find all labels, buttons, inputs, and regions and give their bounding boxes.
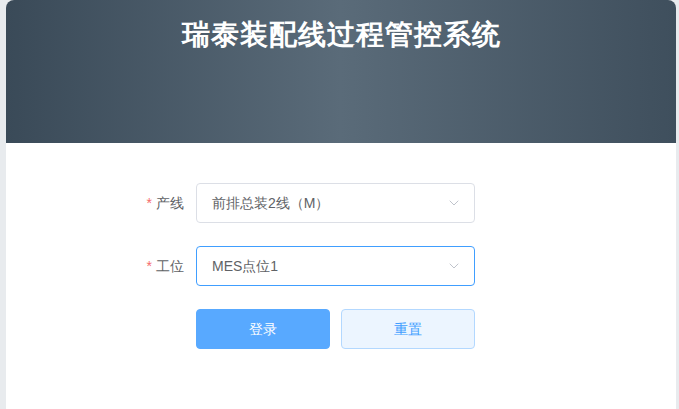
field-label: *工位: [6, 256, 196, 277]
login-form: *产线前排总装2线（M） *工位 MES点位1 登录重置: [6, 143, 676, 349]
header-banner: 瑞泰装配线过程管控系统: [6, 0, 676, 143]
chevron-down-icon: [446, 258, 462, 274]
field-label: *产线: [6, 193, 196, 214]
select-value: MES点位1: [212, 256, 278, 277]
login-card: 瑞泰装配线过程管控系统 *产线前排总装2线（M） *工位 MES点位1 登录重置: [6, 0, 676, 409]
login-page: 瑞泰装配线过程管控系统 *产线前排总装2线（M） *工位 MES点位1 登录重置: [0, 0, 679, 409]
select-field[interactable]: 前排总装2线（M）: [196, 183, 475, 223]
required-mark: *: [147, 193, 152, 214]
system-title: 瑞泰装配线过程管控系统: [182, 16, 501, 143]
form-row: *工位 MES点位1: [6, 246, 676, 286]
login-button[interactable]: 登录: [196, 309, 330, 349]
chevron-down-icon: [446, 195, 462, 211]
select-field[interactable]: MES点位1: [196, 246, 475, 286]
required-mark: *: [147, 256, 152, 277]
select-value: 前排总装2线（M）: [212, 193, 329, 214]
form-row: *产线前排总装2线（M）: [6, 183, 676, 223]
reset-button[interactable]: 重置: [341, 309, 475, 349]
button-row: 登录重置: [6, 309, 676, 349]
